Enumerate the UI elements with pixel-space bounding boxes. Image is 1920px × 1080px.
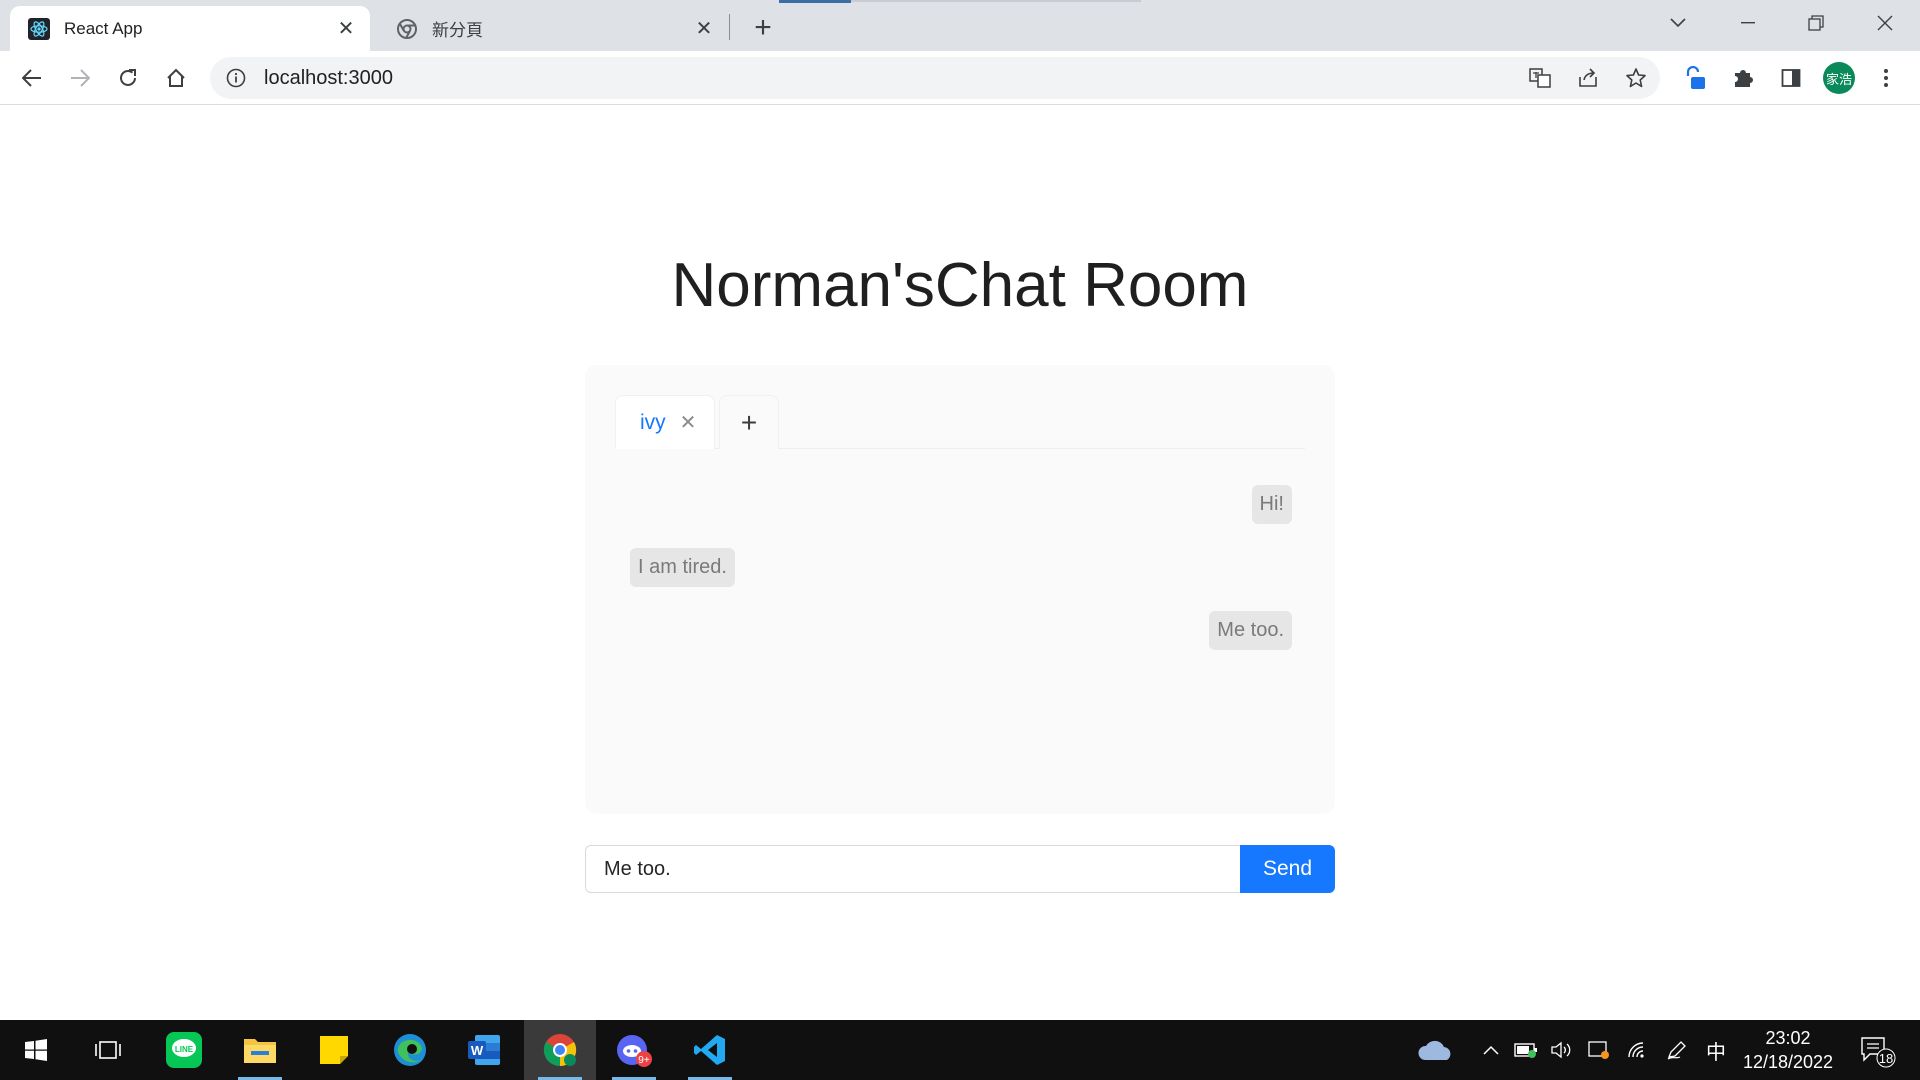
edge-icon[interactable] xyxy=(374,1020,446,1080)
word-icon[interactable]: W xyxy=(448,1020,520,1080)
page-title: Norman'sChat Room xyxy=(671,251,1249,320)
close-icon[interactable]: ✕ xyxy=(680,410,697,435)
bookmark-star-icon[interactable] xyxy=(1622,66,1650,90)
wifi-icon[interactable] xyxy=(1625,1038,1651,1062)
more-menu-icon[interactable] xyxy=(1868,60,1904,96)
display-icon[interactable] xyxy=(1586,1038,1612,1062)
address-bar[interactable]: localhost:3000 xyxy=(210,57,1660,99)
system-clock[interactable]: 23:02 12/18/2022 xyxy=(1725,1026,1851,1074)
chat-tab-ivy[interactable]: ivy ✕ xyxy=(615,395,715,449)
message-input[interactable] xyxy=(585,845,1240,893)
chrome-icon[interactable] xyxy=(524,1020,596,1080)
reload-icon[interactable] xyxy=(110,60,146,96)
browser-tab-strip: React App ✕ 新分頁 ✕ + xyxy=(0,0,1920,51)
back-icon[interactable] xyxy=(14,60,50,96)
profile-avatar[interactable]: 家浩 xyxy=(1823,62,1855,94)
chevron-up-icon[interactable] xyxy=(1478,1038,1504,1062)
file-explorer-icon[interactable] xyxy=(224,1020,296,1080)
tab-separator xyxy=(729,14,730,40)
chat-message-sent: Hi! xyxy=(1251,485,1292,524)
onedrive-icon[interactable] xyxy=(1416,1038,1456,1062)
clock-time: 23:02 xyxy=(1765,1028,1811,1048)
pen-icon[interactable] xyxy=(1664,1038,1690,1062)
browser-toolbar: localhost:3000 家浩 xyxy=(0,51,1920,105)
start-icon[interactable] xyxy=(0,1020,72,1080)
clock-date: 12/18/2022 xyxy=(1742,1052,1834,1072)
send-button[interactable]: Send xyxy=(1240,845,1335,893)
new-tab-button[interactable]: + xyxy=(746,11,780,45)
browser-tab-react-app[interactable]: React App ✕ xyxy=(10,6,370,51)
share-icon[interactable] xyxy=(1574,66,1602,90)
sticky-notes-icon[interactable] xyxy=(298,1020,370,1080)
task-view-icon[interactable] xyxy=(72,1020,144,1080)
windows-taskbar: LINE W 9+ 中 23:02 12/18/2022 18 xyxy=(0,1020,1920,1080)
forward-icon[interactable] xyxy=(62,60,98,96)
url-text: localhost:3000 xyxy=(264,66,393,89)
close-window-icon[interactable] xyxy=(1865,6,1905,40)
chat-tab-label: ivy xyxy=(640,410,666,434)
line-icon[interactable]: LINE xyxy=(148,1020,220,1080)
battery-icon[interactable] xyxy=(1513,1038,1539,1062)
tab-strip-indicator xyxy=(851,0,1141,2)
close-icon[interactable]: ✕ xyxy=(692,17,716,41)
tab-title: 新分頁 xyxy=(432,21,483,40)
svg-text:LINE: LINE xyxy=(175,1045,194,1054)
discord-badge: 9+ xyxy=(638,1055,650,1066)
extension-lock-icon[interactable] xyxy=(1677,60,1713,96)
chat-message-received: I am tired. xyxy=(630,548,735,587)
tab-title: React App xyxy=(64,18,143,38)
notification-center-icon[interactable]: 18 xyxy=(1858,1034,1898,1068)
extensions-puzzle-icon[interactable] xyxy=(1725,60,1761,96)
chat-message-sent: Me too. xyxy=(1209,611,1292,650)
home-icon[interactable] xyxy=(158,60,194,96)
tab-strip-indicator xyxy=(779,0,851,3)
minimize-icon[interactable] xyxy=(1728,6,1768,40)
restore-icon[interactable] xyxy=(1796,6,1836,40)
message-composer: Send xyxy=(585,845,1335,893)
side-panel-icon[interactable] xyxy=(1773,60,1809,96)
chat-tabs: ivy ✕ + xyxy=(615,395,1305,449)
notification-count: 18 xyxy=(1879,1051,1893,1066)
chat-box: ivy ✕ + Hi! I am tired. Me too. xyxy=(585,365,1335,814)
browser-tab-new-tab[interactable]: 新分頁 ✕ xyxy=(378,6,728,51)
add-chat-tab-button[interactable]: + xyxy=(719,395,779,449)
close-icon[interactable]: ✕ xyxy=(334,17,358,41)
react-icon xyxy=(28,17,50,40)
svg-text:W: W xyxy=(471,1043,484,1058)
tab-search-icon[interactable] xyxy=(1658,6,1698,40)
vscode-icon[interactable] xyxy=(674,1020,746,1080)
translate-icon[interactable] xyxy=(1526,66,1554,90)
site-info-icon[interactable] xyxy=(224,66,248,90)
volume-icon[interactable] xyxy=(1548,1038,1574,1062)
chrome-icon xyxy=(396,18,418,40)
discord-icon[interactable]: 9+ xyxy=(598,1020,670,1080)
